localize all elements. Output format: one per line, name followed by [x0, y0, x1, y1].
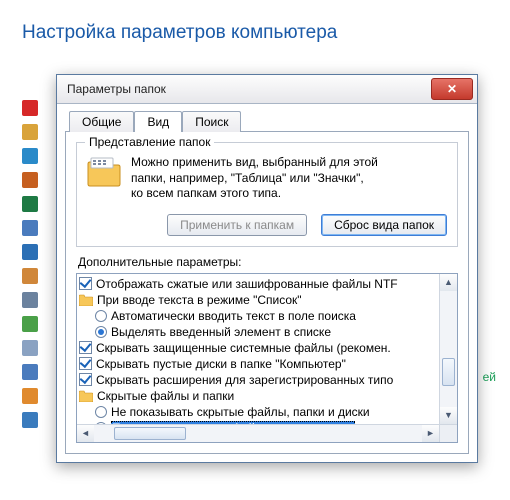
close-icon: ✕ — [447, 82, 457, 96]
group-description: Можно применить вид, выбранный для этой … — [131, 155, 378, 202]
tree-checkbox[interactable] — [79, 373, 92, 386]
tree-radio[interactable] — [95, 326, 107, 338]
page-title: Настройка параметров компьютера — [0, 0, 510, 44]
tree-label: Выделять введенный элемент в списке — [111, 325, 331, 339]
tree-label: Не показывать скрытые файлы, папки и дис… — [111, 405, 370, 419]
device-icon[interactable] — [22, 292, 38, 308]
advanced-settings-label: Дополнительные параметры: — [78, 255, 458, 269]
install-icon[interactable] — [22, 172, 38, 188]
scroll-right-icon[interactable]: ► — [422, 425, 439, 442]
control-panel-icon-column — [22, 100, 38, 428]
tree-label: При вводе текста в режиме "Список" — [97, 293, 302, 307]
tab-view[interactable]: Вид — [134, 111, 182, 132]
tree-row[interactable]: При вводе текста в режиме "Список" — [79, 292, 437, 308]
folder-views-icon — [87, 157, 121, 187]
scrollbar-corner — [439, 424, 457, 442]
horizontal-scrollbar[interactable]: ◄ ► — [77, 424, 439, 442]
clock-icon[interactable] — [22, 364, 38, 380]
tab-general[interactable]: Общие — [69, 111, 134, 132]
tree-label: Скрывать расширения для зарегистрированн… — [96, 373, 393, 387]
tab-search[interactable]: Поиск — [182, 111, 241, 132]
group-legend: Представление папок — [85, 135, 214, 149]
reset-folders-button[interactable]: Сброс вида папок — [321, 214, 447, 236]
tree-checkbox[interactable] — [79, 341, 92, 354]
folder-views-group: Представление папок Можно применить вид,… — [76, 142, 458, 247]
advanced-settings-tree[interactable]: Отображать сжатые или зашифрованные файл… — [76, 273, 458, 443]
vertical-scrollbar[interactable]: ▲ ▼ — [439, 274, 457, 424]
apply-to-folders-button[interactable]: Применить к папкам — [167, 214, 307, 236]
cpu-icon[interactable] — [22, 412, 38, 428]
tab-strip: Общие Вид Поиск — [57, 104, 477, 131]
desc-line: папки, например, "Таблица" или "Значки", — [131, 171, 378, 187]
close-button[interactable]: ✕ — [431, 78, 473, 100]
dialog-titlebar[interactable]: Параметры папок ✕ — [57, 75, 477, 104]
dialog-title: Параметры папок — [67, 82, 166, 96]
apps-icon[interactable] — [22, 148, 38, 164]
tab-panel-view: Представление папок Можно применить вид,… — [65, 131, 469, 454]
desc-line: Можно применить вид, выбранный для этой — [131, 155, 378, 171]
tree-row[interactable]: Скрывать защищенные системные файлы (рек… — [79, 340, 437, 356]
tree-label: Скрытые файлы и папки — [97, 389, 234, 403]
monitor-icon[interactable] — [22, 196, 38, 212]
tree-row[interactable]: Скрывать пустые диски в папке "Компьютер… — [79, 356, 437, 372]
tree-label: Отображать сжатые или зашифрованные файл… — [96, 277, 398, 291]
flash-icon[interactable] — [22, 100, 38, 116]
tree-label: Автоматически вводить текст в поле поиск… — [111, 309, 356, 323]
tree-row[interactable]: Автоматически вводить текст в поле поиск… — [79, 308, 437, 324]
tree-row[interactable]: Выделять введенный элемент в списке — [79, 324, 437, 340]
lock-icon[interactable] — [22, 244, 38, 260]
efax-icon[interactable] — [22, 388, 38, 404]
tree-checkbox[interactable] — [79, 277, 92, 290]
font-icon[interactable] — [22, 124, 38, 140]
scroll-thumb[interactable] — [114, 427, 186, 440]
folder-options-dialog: Параметры папок ✕ Общие Вид Поиск Предст… — [56, 74, 478, 463]
tree-radio[interactable] — [95, 406, 107, 418]
tree-row[interactable]: Скрывать расширения для зарегистрированн… — [79, 372, 437, 388]
tree-label: Скрывать защищенные системные файлы (рек… — [96, 341, 391, 355]
tree-row[interactable]: Скрытые файлы и папки — [79, 388, 437, 404]
scroll-up-icon[interactable]: ▲ — [440, 274, 457, 291]
audio-icon[interactable] — [22, 316, 38, 332]
folder-icon — [79, 390, 93, 402]
desc-line: ко всем папкам этого типа. — [131, 186, 378, 202]
tree-checkbox[interactable] — [79, 357, 92, 370]
tree-row[interactable]: Отображать сжатые или зашифрованные файл… — [79, 276, 437, 292]
truncated-side-text: ей — [483, 370, 496, 384]
tree-row[interactable]: Не показывать скрытые файлы, папки и дис… — [79, 404, 437, 420]
folder-icon — [79, 294, 93, 306]
tree-label: Скрывать пустые диски в папке "Компьютер… — [96, 357, 346, 371]
chart-icon[interactable] — [22, 268, 38, 284]
scroll-left-icon[interactable]: ◄ — [77, 425, 94, 442]
scroll-thumb[interactable] — [442, 358, 455, 386]
tree-radio[interactable] — [95, 310, 107, 322]
scroll-down-icon[interactable]: ▼ — [440, 407, 457, 424]
shield-icon[interactable] — [22, 340, 38, 356]
drive-icon[interactable] — [22, 220, 38, 236]
